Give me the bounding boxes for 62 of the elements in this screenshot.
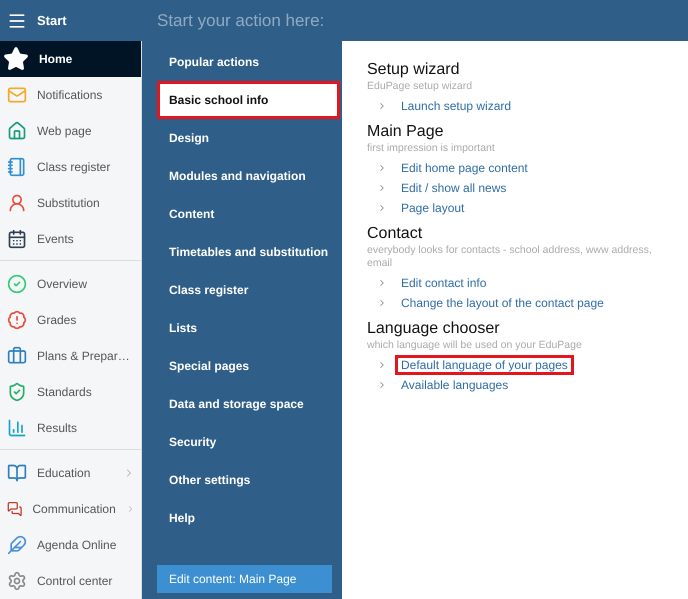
menu-item[interactable]: Timetables and substitution (157, 233, 342, 271)
chat-bubbles-icon (7, 499, 22, 519)
bar-chart-icon (7, 418, 27, 438)
person-icon (7, 193, 27, 213)
house-icon (7, 121, 27, 141)
menu-item[interactable]: Modules and navigation (157, 157, 342, 195)
sidebar-item[interactable]: Class register (0, 149, 141, 185)
action-link[interactable]: Default language of your pages (395, 355, 574, 375)
section-title: Language chooser (367, 319, 501, 339)
menu-item[interactable]: Special pages (157, 347, 342, 385)
badge-icon (7, 310, 27, 330)
calendar-icon (7, 229, 27, 249)
header-title: Start (37, 13, 67, 28)
sidebar-item[interactable]: Home (0, 41, 141, 77)
sidebar-item[interactable]: Agenda Online (0, 527, 141, 563)
sidebar-item[interactable]: Results (0, 410, 141, 446)
menu-item[interactable]: Basic school info (157, 81, 340, 119)
action-link[interactable]: Change the layout of the contact page (395, 293, 610, 313)
action-link[interactable]: Edit / show all news (395, 178, 512, 198)
edit-content-button[interactable]: Edit content: Main Page (157, 565, 332, 593)
section-subtitle: everybody looks for contacts - school address, www address, email (367, 244, 653, 270)
menu-item[interactable]: Help (157, 499, 342, 537)
section-subtitle: first impression is important (367, 142, 496, 155)
action-prompt: Start your action here: (156, 10, 324, 30)
sidebar-item[interactable]: Web page (0, 113, 141, 149)
section-subtitle: EduPage setup wizard (367, 80, 474, 93)
menu-item[interactable]: Design (157, 119, 342, 157)
sidebar-item[interactable]: Grades (0, 302, 141, 338)
book-icon (7, 463, 27, 483)
notebook-icon (7, 157, 27, 177)
menu-item[interactable]: Lists (157, 309, 342, 347)
sidebar-item[interactable]: Standards (0, 374, 141, 410)
sidebar-item[interactable]: Events (0, 221, 141, 257)
menu-item[interactable]: Popular actions (157, 43, 342, 81)
gear-icon (7, 571, 27, 591)
sidebar-item[interactable]: Substitution (0, 185, 141, 221)
section-title: Contact (367, 224, 424, 244)
menu-item[interactable]: Class register (157, 271, 342, 309)
action-link[interactable]: Launch setup wizard (395, 96, 518, 116)
action-link[interactable]: Edit home page content (395, 158, 534, 178)
shield-icon (7, 382, 27, 402)
section-title: Main Page (367, 122, 444, 142)
sidebar-item[interactable]: Plans & Prepar… (0, 338, 141, 374)
action-link[interactable]: Page layout (395, 198, 470, 218)
star-icon (3, 46, 29, 72)
section-title: Setup wizard (367, 60, 460, 80)
menu-item[interactable]: Content (157, 195, 342, 233)
section-subtitle: which language will be used on your EduPage (367, 339, 583, 352)
sidebar-item[interactable]: Communication (0, 491, 141, 527)
sidebar-item[interactable]: Control center (0, 563, 141, 599)
feather-icon (7, 535, 27, 555)
menu-item[interactable]: Data and storage space (157, 385, 342, 423)
sidebar-item[interactable]: Notifications (0, 77, 141, 113)
menu-item[interactable]: Security (157, 423, 342, 461)
menu-item[interactable]: Other settings (157, 461, 342, 499)
sidebar-item[interactable]: Overview (0, 266, 141, 302)
envelope-icon (7, 85, 27, 105)
briefcase-icon (7, 346, 27, 366)
sidebar-item[interactable]: Education (0, 455, 141, 491)
action-link[interactable]: Available languages (395, 375, 514, 395)
action-link[interactable]: Edit contact info (395, 273, 492, 293)
check-circle-icon (7, 274, 27, 294)
